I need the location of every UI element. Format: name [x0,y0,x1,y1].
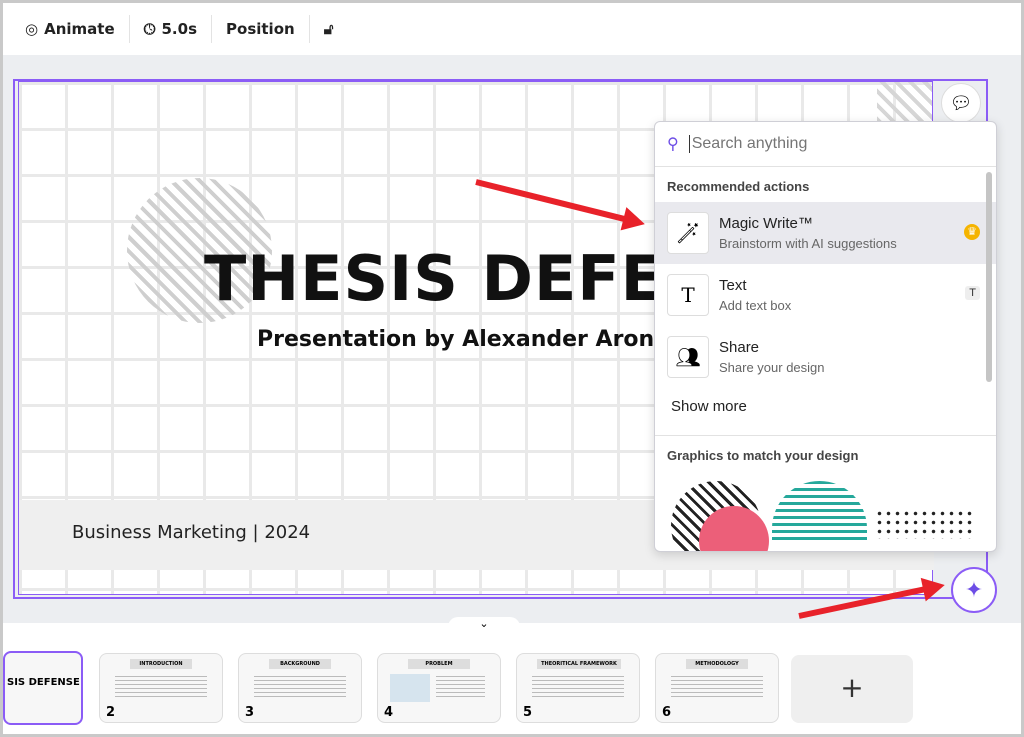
sparkle-icon: ✦ [964,577,984,603]
page-thumbnail-4[interactable]: PROBLEM 4 [377,653,501,723]
unlock-icon: 🔓︎ [323,20,334,38]
page-thumbnail-2[interactable]: INTRODUCTION 2 [99,653,223,723]
duration-button[interactable]: 🕓︎ 5.0s [130,15,213,43]
text-icon: T [667,274,709,316]
search-input[interactable] [688,135,959,153]
animate-button[interactable]: ◎ Animate [11,15,130,43]
magic-wand-icon: 🪄︎ [667,212,709,254]
toolbar: ◎ Animate 🕓︎ 5.0s Position 🔓︎ [3,3,1021,55]
section-heading: Recommended actions [667,179,810,194]
graphic-teal-stripes[interactable] [772,481,867,541]
graphics-row [655,471,996,551]
collapse-chevron-icon[interactable]: ⌄ [448,617,520,637]
action-share[interactable]: 👥︎ Share Share your design [655,326,996,388]
page-thumbnail-5[interactable]: THEORITICAL FRAMEWORK 5 [516,653,640,723]
footer-text[interactable]: Business Marketing | 2024 [72,522,310,543]
panel-scrollbar[interactable] [986,172,992,382]
show-more-link[interactable]: Show more [655,388,996,436]
striped-corner-decoration [877,82,932,122]
animate-icon: ◎ [25,20,39,38]
search-bar: ⚲ [655,122,996,167]
share-people-icon: 👥︎ [667,336,709,378]
slide-subtitle[interactable]: Presentation by Alexander Aronov [257,327,684,352]
graphic-striped-circle[interactable] [671,481,769,551]
position-button[interactable]: Position [212,15,310,43]
add-comment-button[interactable]: 💬︎ [941,83,981,123]
action-magic-write[interactable]: 🪄︎ Magic Write™ Brainstorm with AI suggest… [655,202,996,264]
magic-search-icon: ⚲ [667,136,679,153]
page-thumbnail-6[interactable]: METHODOLOGY 6 [655,653,779,723]
page-filmstrip: ⌄ SIS DEFENSE INTRODUCTION 2 BACKGROUND 3 … [3,617,1021,734]
action-text[interactable]: T Text Add text box T [655,264,996,326]
magic-assistant-button[interactable]: ✦ [951,567,997,613]
section-heading: Graphics to match your design [667,448,859,463]
clock-icon: 🕓︎ [143,20,156,38]
graphic-dots[interactable] [875,509,975,539]
page-thumbnail-1[interactable]: SIS DEFENSE [3,651,83,725]
comment-plus-icon: 💬︎ [949,92,973,114]
shortcut-badge: T [965,286,980,300]
lock-button[interactable]: 🔓︎ [310,15,348,43]
crown-icon: ♛ [964,224,980,240]
page-thumbnail-3[interactable]: BACKGROUND 3 [238,653,362,723]
add-page-button[interactable]: + [791,655,913,723]
assistant-panel: ⚲ Recommended actions 🪄︎Magic Write™Brai… [654,121,997,552]
